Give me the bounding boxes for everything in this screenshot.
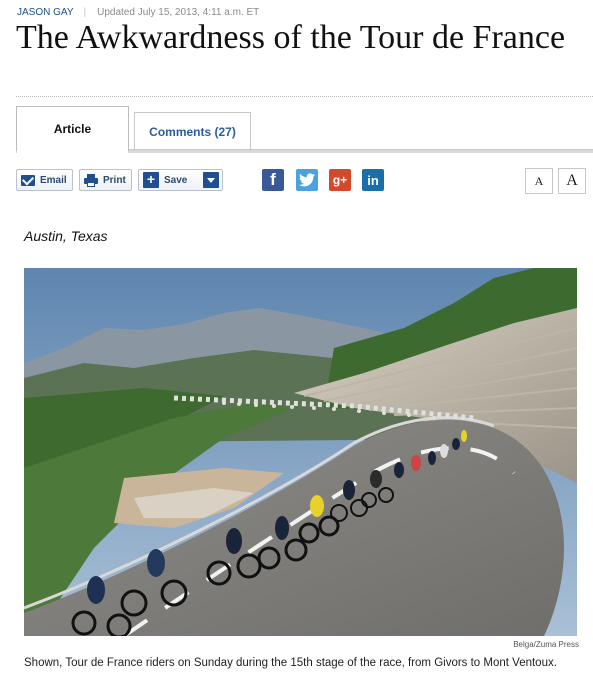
email-button[interactable]: Email	[16, 169, 73, 191]
printer-icon	[84, 173, 98, 187]
author-link[interactable]: JASON GAY	[17, 7, 74, 18]
save-dropdown-chevron-icon[interactable]	[203, 172, 219, 188]
save-button[interactable]: + Save	[138, 169, 223, 191]
dateline: Austin, Texas	[24, 228, 108, 244]
active-tab-joint	[17, 149, 128, 154]
photo-caption: Shown, Tour de France riders on Sunday d…	[24, 657, 557, 669]
plus-icon: +	[143, 172, 159, 188]
increase-font-button[interactable]: A	[558, 168, 586, 194]
linkedin-share-button[interactable]: in	[362, 169, 384, 191]
headline: The Awkwardness of the Tour de France	[16, 19, 566, 56]
divider	[16, 96, 593, 97]
twitter-bird-icon	[299, 173, 315, 187]
facebook-icon: f	[270, 170, 276, 189]
meta-separator: |	[83, 7, 87, 18]
decrease-font-button[interactable]: A	[525, 168, 553, 194]
facebook-share-button[interactable]: f	[262, 169, 284, 191]
photo-credit: Belga/Zuma Press	[513, 640, 579, 649]
article-meta: JASON GAY | Updated July 15, 2013, 4:11 a.…	[17, 7, 259, 18]
email-label: Email	[40, 174, 67, 186]
envelope-icon	[21, 174, 35, 186]
print-label: Print	[103, 174, 126, 186]
twitter-share-button[interactable]	[296, 169, 318, 191]
tour-de-france-photo	[24, 268, 577, 636]
google-plus-share-button[interactable]: g+	[329, 169, 351, 191]
linkedin-icon: in	[367, 172, 379, 188]
tab-comments[interactable]: Comments (27)	[134, 112, 251, 150]
updated-timestamp: Updated July 15, 2013, 4:11 a.m. ET	[97, 7, 260, 18]
article-photo	[24, 268, 577, 636]
save-label: Save	[164, 174, 188, 186]
print-button[interactable]: Print	[79, 169, 132, 191]
tab-article[interactable]: Article	[16, 106, 129, 151]
google-plus-icon: g+	[332, 173, 348, 187]
